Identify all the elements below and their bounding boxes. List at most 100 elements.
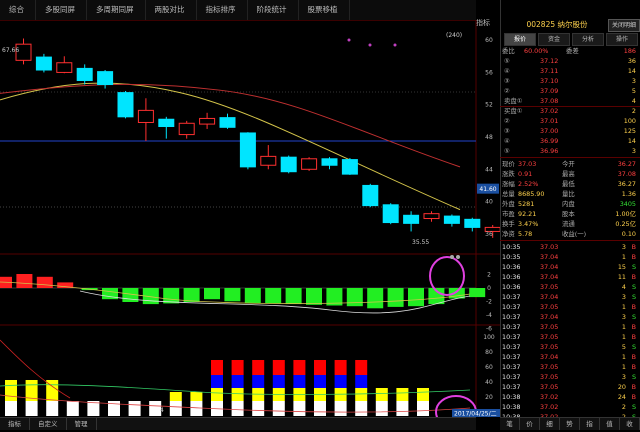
quote-tab-0[interactable]: 报价 xyxy=(504,33,536,46)
quote-key-2: 量比 xyxy=(562,190,575,198)
x-axis-label: 4 xyxy=(160,407,164,414)
top-tab-6[interactable]: 股票移植 xyxy=(299,0,350,20)
ask-level: ⑤ xyxy=(504,57,510,65)
detail-tab-0[interactable]: 笔 xyxy=(500,418,520,430)
tick-direction: B xyxy=(631,393,636,401)
top-tab-5[interactable]: 阶段统计 xyxy=(248,0,299,20)
bid-price: 36.99 xyxy=(540,137,559,145)
macd-bar xyxy=(183,288,200,302)
tick-price: 37.04 xyxy=(540,353,559,361)
pane-control-icon xyxy=(450,255,454,259)
quote-key: 市盈 xyxy=(502,210,515,218)
tick-volume: 3 xyxy=(621,373,626,381)
candle-body xyxy=(423,213,440,220)
bottom-tab-1[interactable]: 自定义 xyxy=(30,418,67,430)
tick-direction: S xyxy=(631,293,636,301)
candle-body xyxy=(219,117,236,128)
bottom-tab-2[interactable]: 管理 xyxy=(67,418,97,430)
tick-volume: 20 xyxy=(617,383,626,391)
bottom-toolbar: 指标 自定义 管理 xyxy=(0,417,476,430)
top-tab-1[interactable]: 多股同屏 xyxy=(36,0,87,20)
tick-volume: 1 xyxy=(621,253,626,261)
volume-base-bar xyxy=(293,401,306,416)
detail-tab-4[interactable]: 指 xyxy=(580,418,600,430)
candle-body xyxy=(382,204,399,224)
volume-yellow-bar xyxy=(231,388,244,401)
order-diff-label: 委差 xyxy=(566,47,579,55)
detail-toolbar: 笔价细势指值收 xyxy=(500,417,640,430)
quote-value: 0.91 xyxy=(518,170,533,178)
tick-time: 10:37 xyxy=(502,293,521,301)
tick-volume: 1 xyxy=(621,333,626,341)
top-tab-2[interactable]: 多周期同屏 xyxy=(87,0,146,20)
macd-tick-label: 2 xyxy=(487,272,491,279)
detail-tab-2[interactable]: 细 xyxy=(540,418,560,430)
tick-price: 37.05 xyxy=(540,363,559,371)
tick-time: 10:37 xyxy=(502,343,521,351)
ask-row: ③ 37.10 3 xyxy=(502,76,638,86)
quote-key: 净资 xyxy=(502,230,515,238)
volume-blue-bar xyxy=(334,375,347,388)
volume-red-bar xyxy=(355,360,368,375)
detail-tab-1[interactable]: 价 xyxy=(520,418,540,430)
quote-row: 现价 37.03 今开 36.27 xyxy=(502,159,638,169)
tick-price: 37.05 xyxy=(540,383,559,391)
kline-chart[interactable]: 6056524844403641.6067.6635.55(240)20-2-4… xyxy=(0,20,500,417)
tick-volume: 24 xyxy=(617,393,626,401)
close-detail-button[interactable]: 关闭明细 xyxy=(608,19,640,32)
tick-price: 37.04 xyxy=(540,253,559,261)
bid-price: 37.02 xyxy=(540,107,559,115)
detail-tab-5[interactable]: 值 xyxy=(600,418,620,430)
bid-volume: 2 xyxy=(631,107,636,115)
ask-level: ④ xyxy=(504,67,510,75)
quote-value-2: 1.36 xyxy=(621,190,636,198)
tick-time: 10:38 xyxy=(502,393,521,401)
price-tick-label: 60 xyxy=(485,37,493,44)
ask-price: 37.08 xyxy=(540,97,559,105)
price-tick-label: 40 xyxy=(485,199,493,206)
bid-level: ⑤ xyxy=(504,147,510,155)
candle-body xyxy=(280,156,297,173)
tick-price: 37.03 xyxy=(540,243,559,251)
quote-row: 市盈 92.21 股本 1.00亿 xyxy=(502,209,638,219)
candle-body xyxy=(341,159,358,175)
tick-volume: 1 xyxy=(621,303,626,311)
tick-time: 10:37 xyxy=(502,383,521,391)
top-tab-4[interactable]: 指标排序 xyxy=(197,0,248,20)
quote-value: 92.21 xyxy=(518,210,537,218)
quote-key: 涨幅 xyxy=(502,180,515,188)
ask-row: 卖盘① 37.08 4 xyxy=(502,96,638,106)
top-tab-3[interactable]: 两股对比 xyxy=(146,0,197,20)
macd-tick-label: -4 xyxy=(486,312,492,319)
tick-price: 37.02 xyxy=(540,393,559,401)
price-tick-label: 36 xyxy=(485,231,493,238)
macd-bar xyxy=(204,288,220,300)
detail-tab-3[interactable]: 势 xyxy=(560,418,580,430)
volume-base-bar xyxy=(417,401,429,416)
volume-yellow-bar xyxy=(396,388,409,401)
quote-tab-3[interactable]: 操作 xyxy=(606,33,638,46)
quote-value-2: 37.08 xyxy=(617,170,636,178)
top-tab-0[interactable]: 综合 xyxy=(0,0,36,20)
order-diff-value: 186 xyxy=(623,47,636,55)
volume-tick-label: 80 xyxy=(485,349,493,356)
quote-tab-1[interactable]: 资金 xyxy=(538,33,570,46)
volume-base-bar xyxy=(66,401,79,416)
macd-bar xyxy=(387,288,404,307)
tick-volume: 11 xyxy=(617,273,626,281)
signal-dot xyxy=(347,38,351,42)
candle-body xyxy=(178,122,195,136)
detail-tab-6[interactable]: 收 xyxy=(620,418,640,430)
bid-volume: 14 xyxy=(627,137,636,145)
highlight-circle-macd xyxy=(429,256,465,296)
bottom-tab-0[interactable]: 指标 xyxy=(0,418,30,430)
tick-time: 10:36 xyxy=(502,283,521,291)
tick-row: 10:37 37.05 1 B xyxy=(502,322,638,332)
macd-bar xyxy=(469,288,486,298)
volume-tick-label: 100 xyxy=(483,334,495,341)
quote-tab-2[interactable]: 分析 xyxy=(572,33,604,46)
top-toolbar: 综合 多股同屏 多周期同屏 两股对比 指标排序 阶段统计 股票移植 xyxy=(0,0,476,21)
volume-blue-bar xyxy=(211,375,223,388)
tick-volume: 3 xyxy=(621,243,626,251)
candle-body xyxy=(76,67,93,81)
